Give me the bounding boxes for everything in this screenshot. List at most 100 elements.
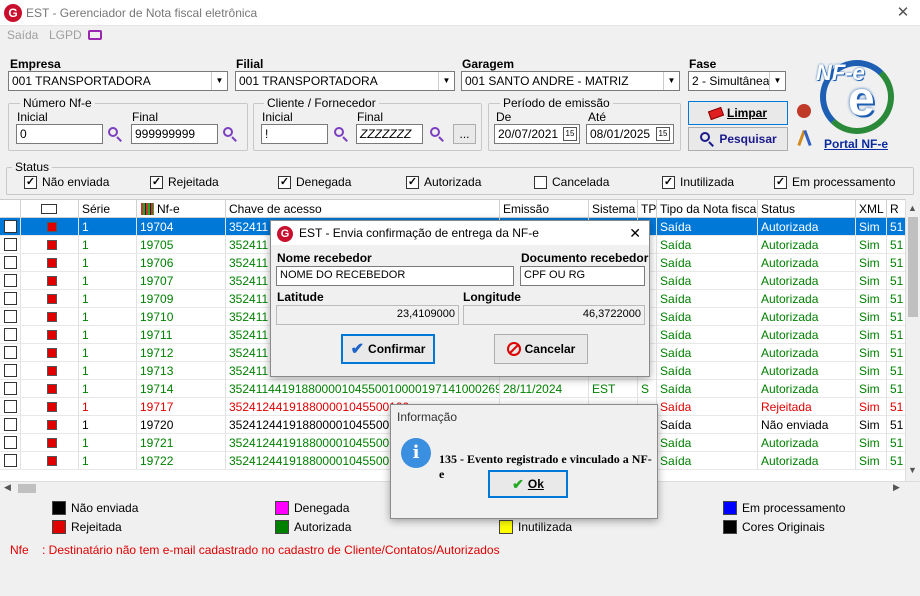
cell-status[interactable]: Autorizada xyxy=(758,326,856,344)
empresa-select[interactable]: 001 TRANSPORTADORA ▼ xyxy=(8,71,228,91)
search-icon[interactable] xyxy=(429,126,445,142)
fase-select[interactable]: 2 - Simultânea ▼ xyxy=(688,71,786,91)
scroll-down-icon[interactable]: ▼ xyxy=(908,465,917,475)
cell-nfe[interactable]: 19720 xyxy=(137,416,226,434)
cell-tipo[interactable]: Saída xyxy=(657,452,758,470)
cell-status[interactable]: Autorizada xyxy=(758,434,856,452)
garagem-select[interactable]: 001 SANTO ANDRE - MATRIZ ▼ xyxy=(461,71,680,91)
cell-nfe[interactable]: 19721 xyxy=(137,434,226,452)
row-flag-cell[interactable] xyxy=(21,344,79,362)
cell-r[interactable]: 51 xyxy=(887,254,905,272)
cell-status[interactable]: Autorizada xyxy=(758,272,856,290)
status-filter-6[interactable]: ✓ Em processamento xyxy=(774,175,895,189)
cell-r[interactable]: 51 xyxy=(887,236,905,254)
checkbox[interactable] xyxy=(534,175,547,189)
latitude-input[interactable]: 23,4109000 xyxy=(276,305,459,325)
row-flag-cell[interactable] xyxy=(21,416,79,434)
cell-status[interactable]: Rejeitada xyxy=(758,398,856,416)
row-flag-cell[interactable] xyxy=(21,398,79,416)
table-row[interactable]: 1 19714 3524114419188000010455001000019714… xyxy=(0,380,905,398)
col-serie[interactable]: Série xyxy=(79,200,137,218)
row-flag-cell[interactable] xyxy=(21,254,79,272)
row-flag-cell[interactable] xyxy=(21,218,79,236)
cell-status[interactable]: Autorizada xyxy=(758,218,856,236)
scroll-left-icon[interactable]: ◀ xyxy=(4,482,11,493)
cell-xml[interactable]: Sim xyxy=(856,326,887,344)
cell-nfe[interactable]: 19706 xyxy=(137,254,226,272)
cell-status[interactable]: Autorizada xyxy=(758,452,856,470)
cell-r[interactable]: 51 xyxy=(887,344,905,362)
col-emissao[interactable]: Emissão xyxy=(500,200,589,218)
cell-xml[interactable]: Sim xyxy=(856,452,887,470)
cell-nfe[interactable]: 19710 xyxy=(137,308,226,326)
cell-serie[interactable]: 1 xyxy=(79,236,137,254)
search-icon[interactable] xyxy=(222,126,238,142)
cell-tipo[interactable]: Saída xyxy=(657,290,758,308)
scroll-thumb[interactable] xyxy=(908,217,918,317)
row-checkbox-cell[interactable] xyxy=(0,380,21,398)
row-checkbox-cell[interactable] xyxy=(0,452,21,470)
longitude-input[interactable]: 46,3722000 xyxy=(463,305,645,325)
cell-status[interactable]: Autorizada xyxy=(758,254,856,272)
row-checkbox-cell[interactable] xyxy=(0,398,21,416)
col-r[interactable]: R xyxy=(887,200,905,218)
cell-nfe[interactable]: 19707 xyxy=(137,272,226,290)
status-filter-3[interactable]: ✓ Autorizada xyxy=(406,175,481,189)
checkbox[interactable] xyxy=(4,274,17,287)
checkbox[interactable]: ✓ xyxy=(278,175,291,189)
col-flag[interactable] xyxy=(21,200,79,218)
nome-input[interactable]: NOME DO RECEBEDOR xyxy=(276,266,514,286)
col-tp[interactable]: TP xyxy=(638,200,657,218)
cell-r[interactable]: 51 xyxy=(887,380,905,398)
cell-nfe[interactable]: 19711 xyxy=(137,326,226,344)
cell-tipo[interactable]: Saída xyxy=(657,344,758,362)
numero-inicial-input[interactable]: 0 xyxy=(16,124,103,144)
menu-lgpd[interactable]: LGPD xyxy=(49,28,82,42)
cell-xml[interactable]: Sim xyxy=(856,380,887,398)
status-filter-5[interactable]: ✓ Inutilizada xyxy=(662,175,734,189)
col-tipo[interactable]: Tipo da Nota fiscal xyxy=(657,200,758,218)
hscroll-thumb[interactable] xyxy=(18,484,36,493)
status-filter-0[interactable]: ✓ Não enviada xyxy=(24,175,109,189)
checkbox[interactable] xyxy=(4,400,17,413)
cell-r[interactable]: 51 xyxy=(887,434,905,452)
cell-serie[interactable]: 1 xyxy=(79,272,137,290)
row-flag-cell[interactable] xyxy=(21,434,79,452)
more-button[interactable]: ... xyxy=(453,124,476,144)
cell-xml[interactable]: Sim xyxy=(856,416,887,434)
row-flag-cell[interactable] xyxy=(21,362,79,380)
cell-serie[interactable]: 1 xyxy=(79,344,137,362)
row-checkbox-cell[interactable] xyxy=(0,254,21,272)
cell-xml[interactable]: Sim xyxy=(856,344,887,362)
checkbox[interactable] xyxy=(4,364,17,377)
row-checkbox-cell[interactable] xyxy=(0,308,21,326)
menu-saida[interactable]: Saída xyxy=(7,28,38,42)
cell-nfe[interactable]: 19722 xyxy=(137,452,226,470)
col-status[interactable]: Status xyxy=(758,200,856,218)
cell-tipo[interactable]: Saída xyxy=(657,416,758,434)
checkbox[interactable] xyxy=(4,292,17,305)
vertical-scrollbar[interactable]: ▲ ▼ xyxy=(905,199,920,481)
cell-nfe[interactable]: 19709 xyxy=(137,290,226,308)
cell-serie[interactable]: 1 xyxy=(79,380,137,398)
cell-nfe[interactable]: 19717 xyxy=(137,398,226,416)
pesquisar-button[interactable]: Pesquisar xyxy=(688,127,788,151)
cell-tipo[interactable]: Saída xyxy=(657,398,758,416)
cell-nfe[interactable]: 19705 xyxy=(137,236,226,254)
checkbox[interactable] xyxy=(4,382,17,395)
status-filter-1[interactable]: ✓ Rejeitada xyxy=(150,175,219,189)
row-checkbox-cell[interactable] xyxy=(0,290,21,308)
search-icon[interactable] xyxy=(107,126,123,142)
row-checkbox-cell[interactable] xyxy=(0,416,21,434)
cell-tipo[interactable]: Saída xyxy=(657,236,758,254)
cell-nfe[interactable]: 19714 xyxy=(137,380,226,398)
checkbox[interactable]: ✓ xyxy=(4,220,17,233)
doc-input[interactable]: CPF OU RG xyxy=(520,266,645,286)
col-nfe[interactable]: Nf-e xyxy=(137,200,226,218)
calendar-icon[interactable]: 15 xyxy=(563,127,577,141)
col-chave[interactable]: Chave de acesso xyxy=(226,200,500,218)
cell-serie[interactable]: 1 xyxy=(79,452,137,470)
checkbox[interactable]: ✓ xyxy=(662,175,675,189)
cell-r[interactable]: 51 xyxy=(887,452,905,470)
row-flag-cell[interactable] xyxy=(21,236,79,254)
